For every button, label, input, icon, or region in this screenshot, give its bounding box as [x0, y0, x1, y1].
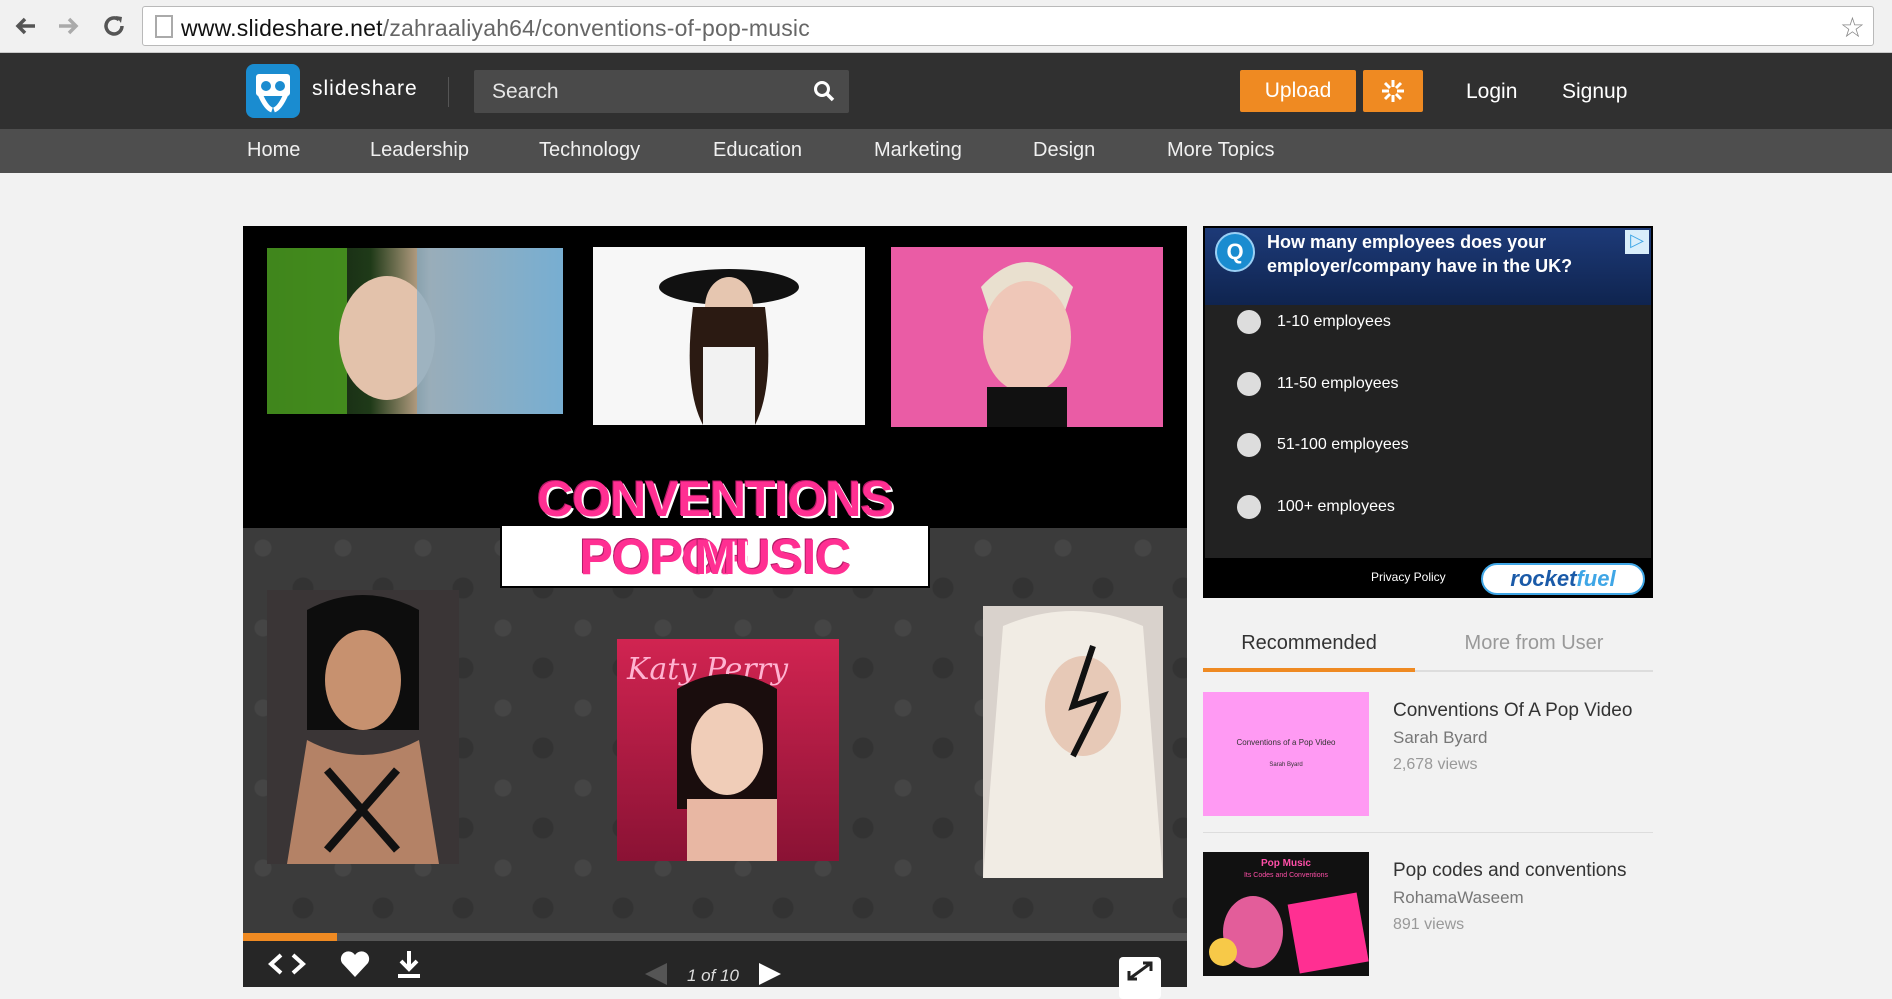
question-icon: Q — [1215, 232, 1255, 272]
site-header: slideshare Upload Login Signup — [0, 53, 1892, 129]
recommended-title[interactable]: Conventions Of A Pop Video — [1393, 700, 1632, 722]
ad-option[interactable]: 11-50 employees — [1237, 372, 1399, 396]
ad-option-label: 11-50 employees — [1277, 375, 1399, 392]
radio-button[interactable] — [1237, 310, 1261, 334]
ad-option[interactable]: 51-100 employees — [1237, 433, 1409, 457]
ad-option[interactable]: 100+ employees — [1237, 495, 1395, 519]
thumbnail-subtext: Its Codes and Conventions — [1243, 872, 1329, 879]
artist-photo — [267, 248, 563, 414]
slide-viewer[interactable]: Katy Perry CONVENTIONS OF POP MUSIC — [243, 226, 1187, 933]
forward-arrow-icon[interactable] — [52, 10, 84, 42]
star-icon[interactable]: ☆ — [1840, 11, 1865, 44]
recommended-author[interactable]: RohamaWaseem — [1393, 888, 1524, 908]
nav-leadership[interactable]: Leadership — [370, 139, 469, 162]
next-slide-icon[interactable] — [755, 961, 785, 987]
ad-privacy-link[interactable]: Privacy Policy — [1371, 570, 1446, 584]
artist-photo — [267, 590, 459, 864]
signup-link[interactable]: Signup — [1562, 80, 1627, 104]
page-counter: 1 of 10 — [687, 966, 739, 985]
search-box — [474, 70, 849, 113]
ad-header: Q How many employees does your employer/… — [1205, 228, 1651, 305]
browser-toolbar: www.slideshare.net/zahraaliyah64/convent… — [0, 0, 1892, 53]
nav-design[interactable]: Design — [1033, 139, 1095, 162]
slide-progress-bar[interactable] — [243, 933, 1187, 941]
upload-button[interactable]: Upload — [1240, 70, 1356, 112]
artist-photo — [983, 606, 1163, 878]
divider — [448, 77, 449, 107]
artist-photo — [593, 247, 865, 425]
page-icon — [155, 15, 173, 38]
slide-title-box: CONVENTIONS OF POP MUSIC — [500, 466, 930, 588]
nav-technology[interactable]: Technology — [539, 139, 640, 162]
nav-more-topics[interactable]: More Topics — [1167, 139, 1274, 162]
nav-marketing[interactable]: Marketing — [874, 139, 962, 162]
download-icon[interactable] — [395, 949, 423, 979]
thumbnail-subtext: Sarah Byard — [1269, 762, 1303, 768]
recommended-item[interactable]: Conventions of a Pop Video Sarah Byard C… — [1203, 692, 1653, 832]
adchoices-icon[interactable]: ▷ — [1625, 230, 1649, 254]
spark-button[interactable] — [1363, 70, 1423, 112]
player-controls: 1 of 10 — [243, 941, 1187, 999]
recommended-item[interactable]: Pop Music Its Codes and Conventions Pop … — [1203, 852, 1653, 992]
radio-button[interactable] — [1237, 495, 1261, 519]
search-input[interactable] — [474, 70, 804, 113]
logo-text[interactable]: slideshare — [312, 77, 418, 101]
ad-footer: Privacy Policy rocket fuel — [1205, 558, 1651, 596]
fullscreen-button[interactable] — [1119, 957, 1161, 999]
heart-icon[interactable] — [339, 949, 371, 979]
ad-question: How many employees does your employer/co… — [1267, 232, 1573, 276]
back-arrow-icon[interactable] — [10, 10, 42, 42]
radio-button[interactable] — [1237, 433, 1261, 457]
rocketfuel-logo[interactable]: rocket fuel — [1481, 563, 1645, 595]
recommended-views: 891 views — [1393, 916, 1465, 933]
tab-more-from-user[interactable]: More from User — [1415, 628, 1653, 672]
radio-button[interactable] — [1237, 372, 1261, 396]
nav-home[interactable]: Home — [247, 139, 300, 162]
recommended-thumbnail[interactable]: Pop Music Its Codes and Conventions — [1203, 852, 1369, 976]
ad-option-label: 51-100 employees — [1277, 436, 1409, 453]
embed-icon[interactable] — [267, 949, 307, 979]
tab-recommended[interactable]: Recommended — [1203, 628, 1415, 672]
divider — [1203, 832, 1653, 833]
slide-progress-fill — [243, 933, 338, 941]
recommended-author[interactable]: Sarah Byard — [1393, 728, 1488, 748]
nav-education[interactable]: Education — [713, 139, 802, 162]
ad-option[interactable]: 1-10 employees — [1237, 310, 1391, 334]
login-link[interactable]: Login — [1466, 80, 1517, 104]
artist-photo: Katy Perry — [617, 639, 839, 861]
thumbnail-text: Conventions of a Pop Video — [1236, 738, 1336, 747]
advertisement[interactable]: Q How many employees does your employer/… — [1203, 226, 1653, 598]
reload-icon[interactable] — [98, 10, 130, 42]
previous-slide-icon[interactable] — [641, 961, 671, 987]
slide-title-line-2: POP MUSIC — [579, 529, 852, 585]
slideshare-logo-icon[interactable] — [246, 64, 300, 118]
sparkle-icon — [1382, 80, 1404, 102]
fullscreen-icon — [1127, 961, 1153, 981]
recommended-views: 2,678 views — [1393, 756, 1478, 773]
url-text[interactable]: www.slideshare.net/zahraaliyah64/convent… — [181, 15, 810, 42]
thumbnail-art — [1209, 892, 1369, 974]
thumbnail-text: Pop Music — [1260, 858, 1311, 869]
artist-photo — [891, 247, 1163, 427]
search-icon[interactable] — [813, 80, 835, 102]
category-nav: Home Leadership Technology Education Mar… — [0, 129, 1892, 173]
recommended-title[interactable]: Pop codes and conventions — [1393, 860, 1626, 882]
recommended-thumbnail[interactable]: Conventions of a Pop Video Sarah Byard — [1203, 692, 1369, 816]
address-bar[interactable]: www.slideshare.net/zahraaliyah64/convent… — [142, 6, 1874, 46]
ad-option-label: 100+ employees — [1277, 498, 1395, 515]
ad-option-label: 1-10 employees — [1277, 313, 1391, 330]
